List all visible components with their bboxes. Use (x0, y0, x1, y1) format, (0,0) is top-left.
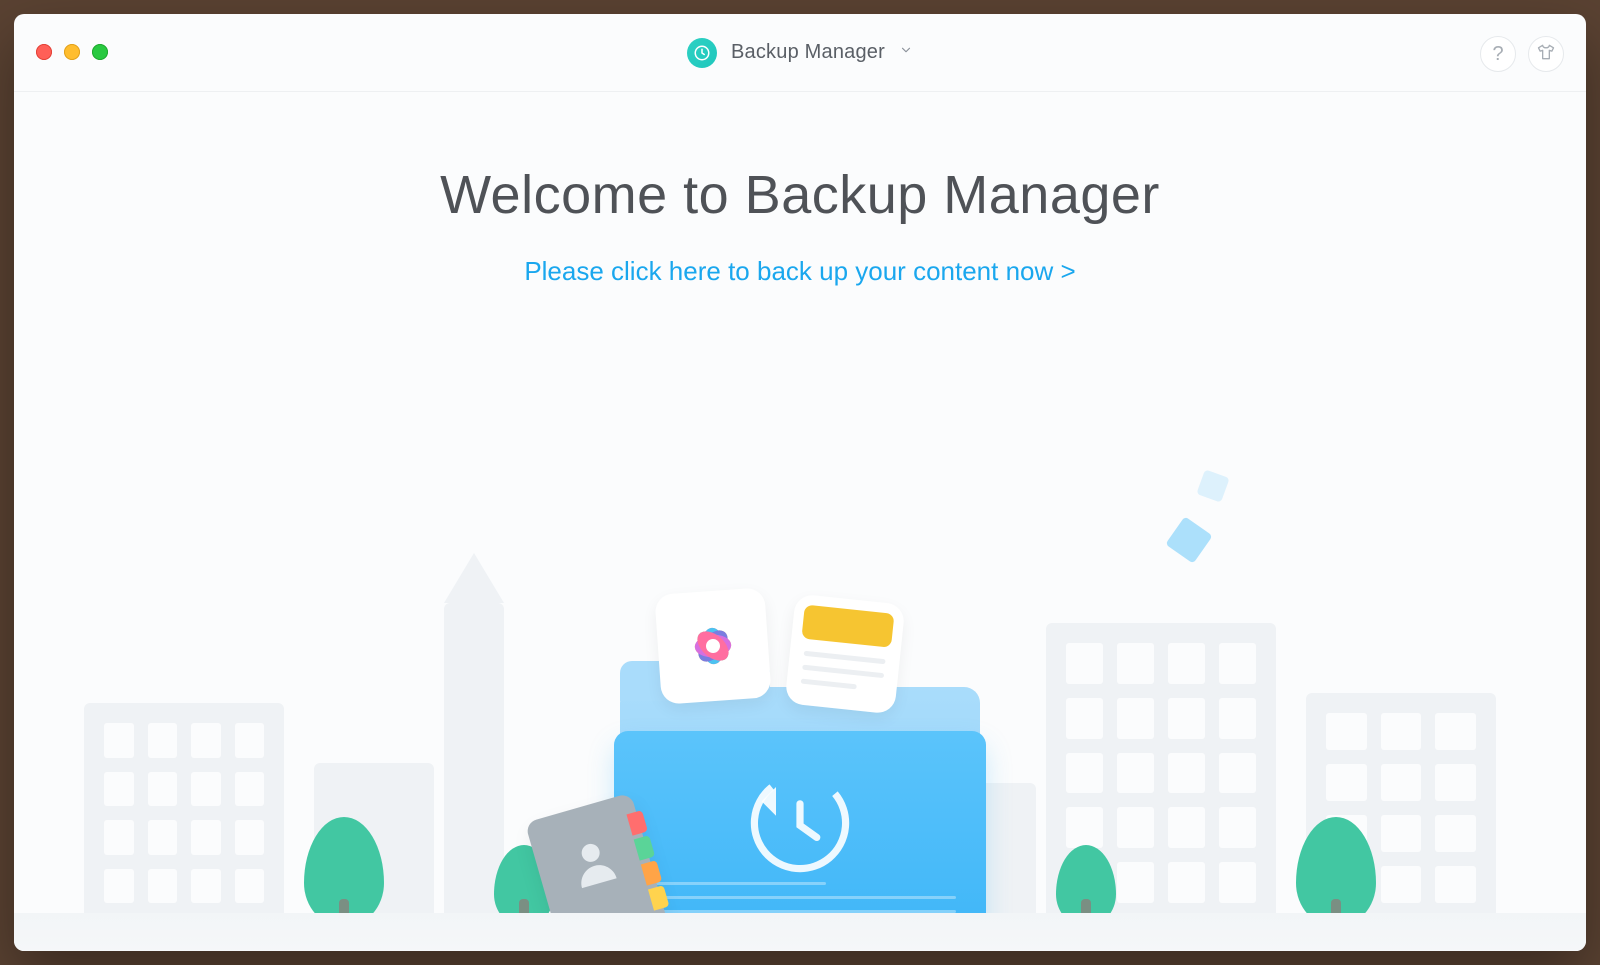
clock-restore-icon (687, 38, 717, 68)
tshirt-icon (1536, 42, 1556, 67)
titlebar-right-controls: ? (1480, 36, 1564, 72)
chevron-down-icon (899, 43, 913, 62)
app-window: Backup Manager ? Welcome to Backup Manag… (14, 14, 1586, 951)
welcome-headline: Welcome to Backup Manager (14, 164, 1586, 226)
app-title: Backup Manager (731, 41, 885, 64)
hero-illustration (14, 463, 1586, 951)
backup-now-link[interactable]: Please click here to back up your conten… (14, 256, 1586, 287)
cube-decor (1196, 469, 1229, 502)
app-title-dropdown[interactable]: Backup Manager (671, 30, 929, 76)
maximize-window-button[interactable] (92, 44, 108, 60)
tree-decor (304, 817, 384, 927)
restore-arrow-icon (740, 763, 860, 883)
building-decor (84, 703, 284, 923)
ground-decor (14, 913, 1586, 951)
close-window-button[interactable] (36, 44, 52, 60)
cube-decor (1165, 516, 1212, 563)
main-content: Welcome to Backup Manager Please click h… (14, 164, 1586, 951)
help-button[interactable]: ? (1480, 36, 1516, 72)
help-icon: ? (1492, 43, 1503, 66)
photos-app-icon (654, 587, 771, 704)
tree-decor (1296, 817, 1376, 927)
titlebar: Backup Manager ? (14, 14, 1586, 92)
backup-folder-illustration (620, 657, 980, 937)
notes-app-icon (785, 594, 906, 715)
theme-button[interactable] (1528, 36, 1564, 72)
minimize-window-button[interactable] (64, 44, 80, 60)
window-controls (36, 44, 108, 60)
